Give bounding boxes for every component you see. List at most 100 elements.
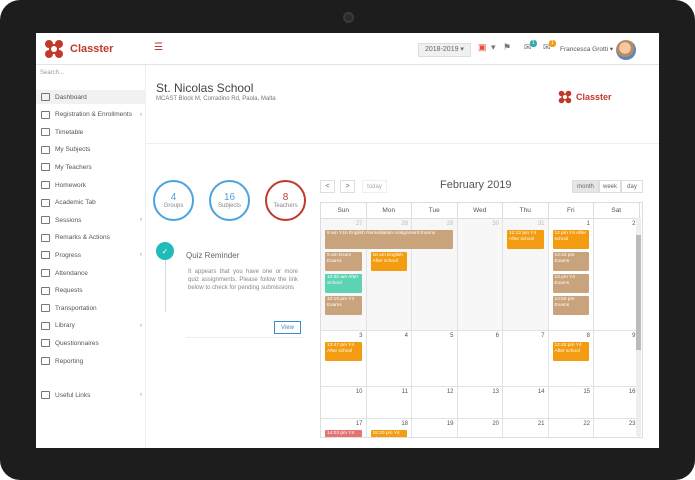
- calendar-day[interactable]: 22: [549, 419, 594, 437]
- stat-groups[interactable]: 4 Groups: [153, 180, 194, 221]
- calendar-event[interactable]: 12:42 pm Exams: [552, 252, 589, 271]
- sidebar-item-attendance[interactable]: Attendance: [36, 266, 146, 280]
- chevron-left-icon: ‹: [140, 392, 142, 398]
- user-name[interactable]: Francesca Grotti ▾: [560, 45, 613, 53]
- calendar-day[interactable]: 20: [458, 419, 503, 437]
- camera: [343, 12, 354, 23]
- sidebar-item-progress[interactable]: Progress ‹: [36, 248, 146, 262]
- sidebar-item-academic-tab[interactable]: Academic Tab: [36, 196, 146, 210]
- day-number: 10: [355, 389, 363, 395]
- sidebar-item-my-teachers[interactable]: My Teachers: [36, 160, 146, 174]
- calendar-event[interactable]: 9 am Y4A English Remediation Assignment …: [325, 230, 453, 249]
- calendar-day[interactable]: 12: [412, 387, 458, 419]
- office-icon[interactable]: ▣: [478, 42, 487, 53]
- avatar[interactable]: [616, 40, 636, 60]
- sidebar-item-label: Timetable: [55, 128, 84, 136]
- sidebar-item-label: Requests: [55, 287, 83, 295]
- header-divider: [146, 143, 659, 144]
- sidebar-item-remarks-actions[interactable]: Remarks & Actions: [36, 231, 146, 245]
- stat-teachers[interactable]: 8 Teachers: [265, 180, 306, 221]
- sidebar: Search... Dashboard Registration & Enroll…: [36, 65, 146, 448]
- stat-label: Teachers: [273, 203, 298, 209]
- sidebar-item-registration-enrollments[interactable]: Registration & Enrollments ‹: [36, 108, 146, 122]
- dashboard-icon: [41, 93, 50, 101]
- sidebar-item-useful-links[interactable]: Useful Links ‹: [36, 388, 146, 402]
- calendar-day[interactable]: 6: [457, 331, 503, 387]
- app-logo[interactable]: Classter: [44, 39, 113, 59]
- sidebar-item-my-subjects[interactable]: My Subjects: [36, 143, 146, 157]
- calendar-day[interactable]: 30: [457, 219, 503, 331]
- requests-icon: [41, 286, 50, 295]
- calendar-day[interactable]: 21: [503, 419, 549, 437]
- calendar-day[interactable]: 16: [594, 387, 640, 419]
- calendar-event[interactable]: 15:20 pm Y4 After school: [370, 430, 407, 437]
- calendar-day[interactable]: 7: [503, 331, 549, 387]
- school-brand: Classter: [558, 90, 612, 104]
- calendar-day[interactable]: 14: [503, 387, 549, 419]
- sidebar-item-transportation[interactable]: Transportation: [36, 301, 146, 315]
- day-view-button[interactable]: day: [621, 180, 643, 193]
- chevron-left-icon: ‹: [140, 217, 142, 224]
- calendar-day[interactable]: 19: [412, 419, 458, 437]
- calendar-event[interactable]: 13 pm Y4 Exams: [552, 274, 589, 293]
- calendar-event[interactable]: 10:15 pm Y4 Exams: [325, 296, 362, 315]
- calendar-day[interactable]: 23: [594, 419, 640, 437]
- reminder-divider: [186, 337, 304, 338]
- calendar-event[interactable]: 9 am Exam Exams: [325, 252, 362, 271]
- calendar-event[interactable]: 12 pm Y4 After school: [552, 230, 589, 249]
- month-view-button[interactable]: month: [572, 180, 599, 193]
- week-view-button[interactable]: week: [599, 180, 621, 193]
- calendar-event[interactable]: 13:47 pm Y4 After school: [325, 342, 362, 361]
- office-dropdown-icon[interactable]: ▾: [491, 42, 496, 53]
- message-badge: 1: [549, 40, 556, 47]
- check-icon: ✓: [156, 242, 174, 260]
- sidebar-item-timetable[interactable]: Timetable: [36, 125, 146, 139]
- calendar-event[interactable]: 12:42 pm Y4 After school: [552, 342, 589, 361]
- calendar-event[interactable]: 10:30 am After School: [325, 274, 362, 293]
- view-button[interactable]: View: [274, 321, 301, 334]
- calendar-day[interactable]: 15: [548, 387, 594, 419]
- day-number: 12: [446, 389, 454, 395]
- calendar-day[interactable]: 4: [366, 331, 412, 387]
- calendar-scroll-thumb[interactable]: [636, 235, 641, 350]
- sidebar-item-questionnaires[interactable]: Questionnaires: [36, 336, 146, 350]
- sidebar-item-label: Progress: [55, 251, 82, 259]
- sidebar-search[interactable]: Search...: [40, 70, 64, 76]
- registration-icon: [41, 110, 50, 119]
- calendar-day[interactable]: 10: [321, 387, 367, 419]
- calendar-day[interactable]: 11: [366, 387, 412, 419]
- sidebar-item-homework[interactable]: Homework: [36, 178, 146, 192]
- calendar-event[interactable]: 13:55 pm Exams: [552, 296, 589, 315]
- day-number: 18: [401, 421, 408, 427]
- day-number: 5: [450, 333, 454, 339]
- calendar-day[interactable]: 9: [594, 331, 640, 387]
- weekday-header: Tue: [412, 203, 458, 219]
- sidebar-item-reporting[interactable]: Reporting: [36, 354, 146, 368]
- menu-icon[interactable]: ☰: [154, 42, 163, 53]
- library-icon: [41, 321, 50, 330]
- today-button[interactable]: today: [362, 180, 387, 193]
- calendar-day[interactable]: 2: [594, 219, 640, 331]
- top-bar: Classter ☰ 2018-2019 ▾ ▣ ▾ ⚑ ✉ 1 ✉ 1 Fra…: [36, 33, 659, 65]
- flag-icon[interactable]: ⚑: [503, 42, 511, 53]
- prev-month-button[interactable]: <: [320, 180, 335, 193]
- stat-subjects[interactable]: 16 Subjects: [209, 180, 250, 221]
- sidebar-item-dashboard[interactable]: Dashboard: [36, 90, 146, 104]
- transport-icon: [41, 304, 50, 313]
- screen: Classter ☰ 2018-2019 ▾ ▣ ▾ ⚑ ✉ 1 ✉ 1 Fra…: [36, 33, 659, 448]
- next-month-button[interactable]: >: [340, 180, 355, 193]
- calendar-day[interactable]: 13: [457, 387, 503, 419]
- calendar-event[interactable]: 12:12 pm Y4 After school: [507, 230, 544, 249]
- sidebar-item-label: My Subjects: [55, 146, 91, 154]
- teachers-icon: [41, 163, 50, 172]
- calendar-day[interactable]: 5: [412, 331, 458, 387]
- calendar-event[interactable]: 10 am English After school: [370, 252, 407, 271]
- reporting-icon: [41, 357, 50, 365]
- sidebar-item-library[interactable]: Library ‹: [36, 319, 146, 333]
- day-number: 2: [632, 221, 636, 227]
- sidebar-item-requests[interactable]: Requests: [36, 284, 146, 298]
- sidebar-item-sessions[interactable]: Sessions ‹: [36, 213, 146, 227]
- sessions-icon: [41, 216, 50, 225]
- calendar-event[interactable]: 14:03 pm Y4 Seminar: [325, 430, 362, 437]
- year-select[interactable]: 2018-2019 ▾: [418, 43, 471, 57]
